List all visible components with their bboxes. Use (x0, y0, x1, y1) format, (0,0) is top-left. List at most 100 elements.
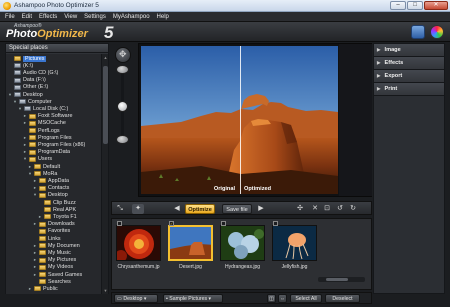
tree-item[interactable]: ▾ MoRa (28, 170, 58, 177)
section-export[interactable]: ▶ Export (374, 70, 444, 83)
forward-arrow-icon[interactable]: ▶ (256, 204, 266, 214)
scroll-thumb[interactable] (103, 66, 108, 144)
folder-tree[interactable]: Pictures (K:\) Audio CD (G:\) Data (F:\) Oth… (6, 54, 102, 294)
expand-toggle-icon[interactable]: ▸ (23, 135, 27, 141)
expand-view-icon[interactable]: ⤡ (115, 204, 125, 214)
tree-item[interactable]: ▾ Desktop (8, 91, 43, 98)
menu-effects[interactable]: Effects (39, 12, 57, 22)
remove-icon[interactable]: ✕ (310, 204, 320, 214)
tree-item[interactable]: (K:\) (8, 62, 33, 69)
thumbnail-checkbox[interactable] (117, 221, 122, 226)
rotate-right-icon[interactable]: ↻ (348, 204, 358, 214)
back-arrow-icon[interactable]: ◀ (172, 204, 182, 214)
tree-item[interactable]: Links (33, 235, 61, 242)
pan-icon[interactable] (115, 47, 131, 63)
expand-toggle-icon[interactable]: ▾ (18, 106, 22, 112)
tree-item[interactable]: ▸ Program Files (x86) (23, 141, 85, 148)
expand-strip-icon[interactable]: ⇔ (278, 294, 287, 303)
expand-toggle-icon[interactable]: ▸ (33, 178, 37, 184)
expand-toggle-icon[interactable]: ▸ (28, 164, 32, 170)
tree-item[interactable]: ▾ Desktop (33, 192, 68, 199)
menu-edit[interactable]: Edit (22, 12, 32, 22)
tree-item[interactable]: ▸ ProgramData (23, 149, 70, 156)
expand-toggle-icon[interactable]: ▸ (33, 250, 37, 256)
tree-item[interactable]: ▸ AppData (33, 177, 69, 184)
save-file-button[interactable]: Save file (222, 204, 252, 214)
menu-file[interactable]: File (5, 12, 15, 22)
magic-wand-icon[interactable]: ✦ (132, 204, 144, 214)
zoom-slider-knob[interactable] (117, 101, 128, 112)
select-all-button[interactable]: Select All (290, 294, 322, 303)
zoom-out-icon[interactable] (116, 135, 129, 144)
tree-item[interactable]: Pictures (8, 55, 47, 62)
zoom-in-icon[interactable] (116, 65, 129, 74)
expand-toggle-icon[interactable]: ▾ (33, 192, 37, 198)
color-wheel-icon[interactable] (430, 25, 444, 39)
expand-toggle-icon[interactable]: ▸ (33, 185, 37, 191)
tree-item[interactable]: ▸ Public (28, 285, 58, 292)
tree-item[interactable]: ▸ Foxit Software (23, 113, 73, 120)
tree-item[interactable]: ▸ Saved Games (33, 271, 82, 278)
compare-divider[interactable] (240, 46, 241, 194)
tree-item[interactable]: Clip Buzz (38, 199, 76, 206)
tree-item[interactable]: PerfLogs (23, 127, 60, 134)
tree-item[interactable]: ▸ My Videos (33, 264, 73, 271)
tree-item[interactable]: ▸ MSOCache (23, 120, 66, 127)
tree-item[interactable]: Favorites (33, 228, 70, 235)
crop-icon[interactable]: ⊡ (322, 204, 332, 214)
thumbnail-item[interactable]: Chrysanthemum.jp (116, 221, 161, 281)
section-effects[interactable]: ▶ Effects (374, 57, 444, 70)
location-dropdown[interactable]: ▭ Desktop ▾ (114, 294, 158, 303)
thumbnail-scrollbar[interactable] (318, 277, 365, 282)
tree-item[interactable]: ▾ Users (23, 156, 52, 163)
thumbnail-item-selected[interactable]: ✓ Desert.jpg (168, 221, 213, 281)
tree-item[interactable]: ▾ Computer (13, 98, 52, 105)
tree-item[interactable]: ▸ Toyota F1 (38, 213, 77, 220)
menu-help[interactable]: Help (157, 12, 169, 22)
thumbnail-checkbox[interactable]: ✓ (169, 221, 174, 226)
thumbnail-item[interactable]: Hydrangeas.jpg (220, 221, 265, 281)
expand-toggle-icon[interactable]: ▸ (23, 149, 27, 155)
folder-dropdown[interactable]: ▪ Sample Pictures ▾ (163, 294, 223, 303)
expand-toggle-icon[interactable]: ▸ (28, 286, 32, 292)
tree-item[interactable]: ▸ My Pictures (33, 257, 76, 264)
scroll-up-icon[interactable]: ▲ (103, 55, 108, 60)
customize-icon[interactable] (411, 25, 425, 39)
tree-item[interactable]: Data (F:\) (8, 77, 46, 84)
tree-item[interactable]: Other (E:\) (8, 84, 48, 91)
expand-toggle-icon[interactable]: ▾ (8, 92, 12, 98)
minimize-button[interactable]: – (390, 1, 406, 10)
thumbnail-checkbox[interactable] (221, 221, 226, 226)
thumbnail-checkbox[interactable] (273, 221, 278, 226)
tree-scrollbar[interactable]: ▲ ▼ (101, 54, 108, 294)
tree-item[interactable]: Searches (33, 278, 71, 285)
optimize-button[interactable]: Optimize (185, 204, 215, 214)
close-button[interactable]: ✕ (424, 1, 448, 10)
expand-toggle-icon[interactable]: ▾ (13, 99, 17, 105)
tree-item[interactable]: ▸ Downloads (33, 221, 75, 228)
menu-myashampoo[interactable]: MyAshampoo (113, 12, 150, 22)
tree-item[interactable]: ▸ My Documen (33, 242, 80, 249)
deselect-button[interactable]: Deselect (325, 294, 360, 303)
expand-toggle-icon[interactable]: ▸ (33, 221, 37, 227)
menu-settings[interactable]: Settings (84, 12, 106, 22)
expand-toggle-icon[interactable]: ▸ (23, 120, 27, 126)
tree-item[interactable]: ▾ Local Disk (C:) (18, 105, 69, 112)
section-print[interactable]: ▶ Print (374, 83, 444, 96)
expand-toggle-icon[interactable]: ▸ (38, 214, 42, 220)
view-toggle-icon[interactable]: ◫ (267, 294, 276, 303)
expand-toggle-icon[interactable]: ▾ (23, 156, 27, 162)
expand-toggle-icon[interactable]: ▾ (28, 171, 32, 177)
expand-toggle-icon[interactable]: ▸ (23, 113, 27, 119)
tree-item[interactable]: Real APK (38, 206, 76, 213)
expand-toggle-icon[interactable]: ▸ (33, 257, 37, 263)
rotate-left-icon[interactable]: ↺ (335, 204, 345, 214)
menu-view[interactable]: View (64, 12, 77, 22)
tree-item[interactable]: ▸ Default (28, 163, 60, 170)
section-image[interactable]: ▶ Image (374, 44, 444, 57)
tree-item[interactable]: ▸ Program Files (23, 134, 72, 141)
select-tool-icon[interactable]: ✣ (294, 204, 306, 214)
image-viewer[interactable]: Original Optimized (138, 43, 372, 197)
expand-toggle-icon[interactable]: ▸ (23, 142, 27, 148)
scroll-thumb[interactable] (326, 278, 348, 281)
